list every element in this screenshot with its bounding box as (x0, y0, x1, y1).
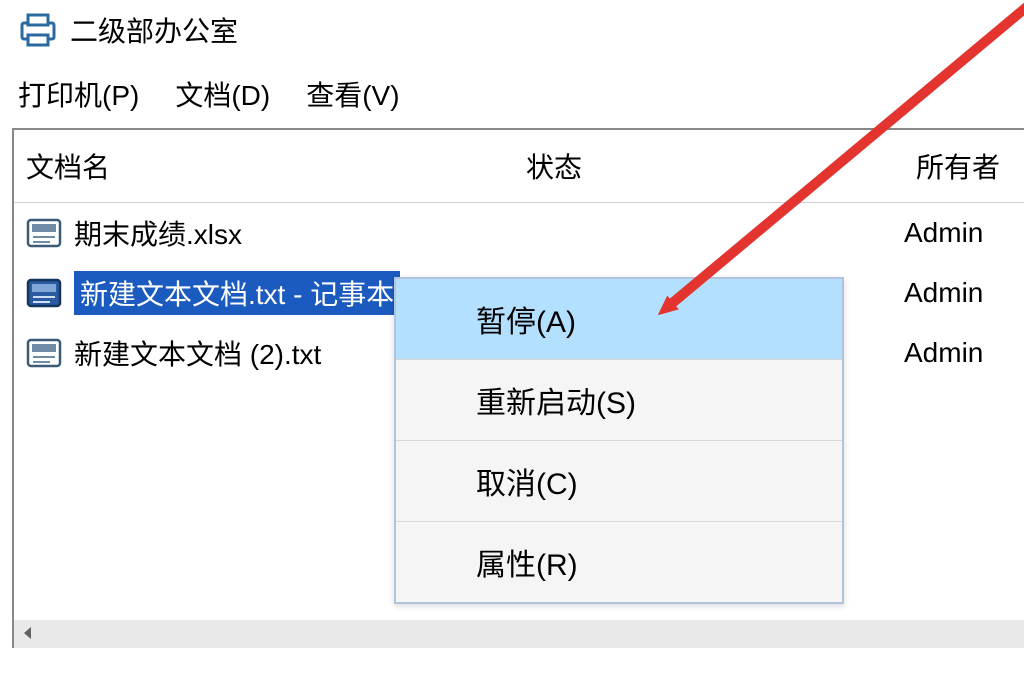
menu-printer[interactable]: 打印机(P) (18, 74, 139, 114)
title-bar: 二级部办公室 (0, 0, 1024, 60)
column-header-owner[interactable]: 所有者 (916, 146, 1012, 186)
document-owner: Admin (904, 337, 1024, 369)
document-icon (26, 218, 62, 248)
table-row[interactable]: 期末成绩.xlsx Admin (14, 203, 1024, 263)
printer-icon (18, 13, 58, 47)
context-menu-cancel[interactable]: 取消(C) (396, 441, 842, 522)
document-name: 新建文本文档.txt - 记事本 (74, 271, 400, 315)
scroll-left-icon[interactable] (20, 621, 36, 647)
list-header: 文档名 状态 所有者 (14, 130, 1024, 203)
context-menu-properties[interactable]: 属性(R) (396, 522, 842, 602)
document-name: 期末成绩.xlsx (74, 213, 242, 253)
horizontal-scrollbar[interactable] (14, 620, 1024, 648)
context-menu-pause[interactable]: 暂停(A) (396, 279, 842, 360)
context-menu: 暂停(A) 重新启动(S) 取消(C) 属性(R) (394, 277, 844, 604)
column-header-name[interactable]: 文档名 (26, 146, 526, 186)
menu-bar: 打印机(P) 文档(D) 查看(V) (0, 60, 1024, 128)
context-menu-restart[interactable]: 重新启动(S) (396, 360, 842, 441)
list-body: 期末成绩.xlsx Admin 新建文本文档.txt - 记事本 Admin (14, 203, 1024, 383)
menu-document[interactable]: 文档(D) (175, 74, 270, 114)
window-title: 二级部办公室 (70, 10, 238, 50)
document-icon (26, 278, 62, 308)
print-queue-list: 文档名 状态 所有者 期末成绩.xlsx Admin (12, 128, 1024, 648)
document-name: 新建文本文档 (2).txt (74, 333, 321, 373)
document-owner: Admin (904, 217, 1024, 249)
document-icon (26, 338, 62, 368)
menu-view[interactable]: 查看(V) (306, 74, 399, 114)
document-owner: Admin (904, 277, 1024, 309)
column-header-status[interactable]: 状态 (526, 146, 916, 186)
